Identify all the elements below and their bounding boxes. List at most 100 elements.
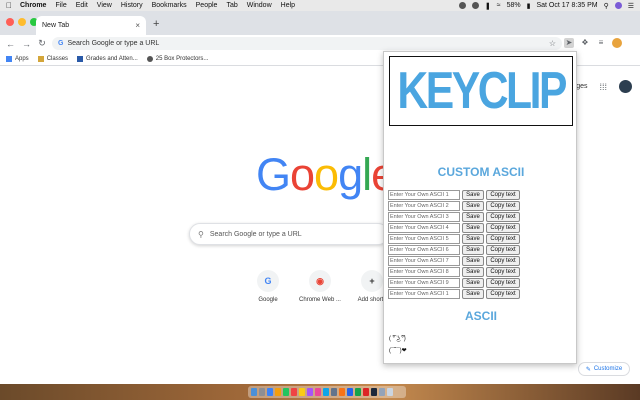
menu-file[interactable]: File xyxy=(55,2,66,9)
bluetooth-icon[interactable]: ❚ xyxy=(485,2,491,10)
copy-text-button[interactable]: Copy text xyxy=(486,277,520,288)
copy-text-button[interactable]: Copy text xyxy=(486,266,520,277)
menu-help[interactable]: Help xyxy=(281,2,295,9)
settings-gear-icon[interactable] xyxy=(331,388,337,396)
custom-ascii-input[interactable] xyxy=(388,211,460,222)
terminal-icon[interactable] xyxy=(371,388,377,396)
back-arrow-icon[interactable]: ← xyxy=(6,39,15,49)
copy-text-button[interactable]: Copy text xyxy=(486,222,520,233)
custom-ascii-input[interactable] xyxy=(388,244,460,255)
word-icon[interactable] xyxy=(347,388,353,396)
copy-text-button[interactable]: Copy text xyxy=(486,233,520,244)
reload-icon[interactable]: ↻ xyxy=(38,38,46,49)
status-app-icon[interactable] xyxy=(458,2,466,9)
safari-icon[interactable] xyxy=(267,388,273,396)
copy-text-button[interactable]: Copy text xyxy=(486,211,520,222)
bookmark-grades[interactable]: Grades and Atten... xyxy=(77,55,138,62)
reading-list-icon[interactable]: ≡ xyxy=(596,38,606,48)
powerpoint-icon[interactable] xyxy=(363,388,369,396)
custom-ascii-input[interactable] xyxy=(388,255,460,266)
custom-ascii-input[interactable] xyxy=(388,266,460,277)
siri-icon[interactable] xyxy=(614,2,622,9)
battery-percent[interactable]: 58% xyxy=(507,2,521,9)
bookmark-box-protectors[interactable]: 25 Box Protectors... xyxy=(146,55,208,62)
menu-people[interactable]: People xyxy=(196,2,218,9)
ntp-search-box[interactable]: ⚲ Search Google or type a URL xyxy=(189,223,389,245)
copy-text-button[interactable]: Copy text xyxy=(486,255,520,266)
omnibox-text: Search Google or type a URL xyxy=(67,40,160,47)
custom-ascii-input[interactable] xyxy=(388,277,460,288)
ascii-item-heart[interactable]: (¯˘¯)❤ xyxy=(389,345,407,357)
keyclip-extension-icon[interactable]: ➤ xyxy=(564,38,574,48)
customize-button[interactable]: ✎ Customize xyxy=(578,362,630,376)
save-button[interactable]: Save xyxy=(462,200,484,211)
account-avatar[interactable] xyxy=(619,80,632,93)
menu-chrome[interactable]: Chrome xyxy=(20,2,46,9)
google-apps-grid-icon[interactable]: ⁞⁞⁞ xyxy=(599,82,607,92)
save-button[interactable]: Save xyxy=(462,244,484,255)
custom-ascii-input[interactable] xyxy=(388,189,460,200)
clock[interactable]: Sat Oct 17 8:35 PM xyxy=(536,2,597,9)
status-app-icon[interactable] xyxy=(471,2,479,9)
battery-icon[interactable]: ▮ xyxy=(527,2,531,10)
bookmark-classes[interactable]: Classes xyxy=(37,55,68,62)
menu-history[interactable]: History xyxy=(121,2,143,9)
custom-ascii-input[interactable] xyxy=(388,222,460,233)
save-button[interactable]: Save xyxy=(462,233,484,244)
copy-text-button[interactable]: Copy text xyxy=(486,189,520,200)
save-button[interactable]: Save xyxy=(462,255,484,266)
puzzle-extensions-icon[interactable]: ❖ xyxy=(580,38,590,48)
custom-ascii-input[interactable] xyxy=(388,288,460,299)
messages-icon[interactable] xyxy=(283,388,289,396)
music-icon[interactable] xyxy=(315,388,321,396)
customize-label: Customize xyxy=(593,366,623,372)
ascii-item-lenny[interactable]: ( ͡° ͜ʖ ͡°) xyxy=(389,333,407,345)
tab-new-tab[interactable]: New Tab × xyxy=(36,16,146,35)
menu-bookmarks[interactable]: Bookmarks xyxy=(152,2,187,9)
wifi-icon[interactable]: ≈ xyxy=(497,2,501,9)
launchpad-icon[interactable] xyxy=(259,388,265,396)
copy-text-button[interactable]: Copy text xyxy=(486,244,520,255)
calendar-icon[interactable] xyxy=(291,388,297,396)
forward-arrow-icon[interactable]: → xyxy=(22,39,31,49)
apple-icon[interactable]:  xyxy=(6,1,14,10)
shortcut-chrome-web-store[interactable]: ◉ Chrome Web ... xyxy=(295,270,345,303)
bookmark-star-icon[interactable]: ☆ xyxy=(549,39,556,48)
save-button[interactable]: Save xyxy=(462,189,484,200)
trash-icon[interactable] xyxy=(387,388,393,396)
profile-avatar[interactable] xyxy=(612,38,622,48)
custom-ascii-input[interactable] xyxy=(388,200,460,211)
spotlight-icon[interactable]: ⚲ xyxy=(604,2,609,10)
shortcut-google[interactable]: G Google xyxy=(243,270,293,303)
save-button[interactable]: Save xyxy=(462,277,484,288)
minimize-window-button[interactable] xyxy=(18,18,26,26)
control-list-icon[interactable]: ☰ xyxy=(628,2,634,10)
menu-tab[interactable]: Tab xyxy=(226,2,237,9)
omnibox[interactable]: G Search Google or type a URL ☆ xyxy=(52,37,562,50)
notes-icon[interactable] xyxy=(299,388,305,396)
menu-window[interactable]: Window xyxy=(247,2,272,9)
save-button[interactable]: Save xyxy=(462,266,484,277)
bookmark-apps[interactable]: Apps xyxy=(6,55,29,62)
google-logo: Google xyxy=(256,149,396,200)
close-window-button[interactable] xyxy=(6,18,14,26)
save-button[interactable]: Save xyxy=(462,222,484,233)
close-icon[interactable]: × xyxy=(135,21,140,30)
podcasts-icon[interactable] xyxy=(307,388,313,396)
excel-icon[interactable] xyxy=(355,388,361,396)
menu-view[interactable]: View xyxy=(97,2,112,9)
chrome-dock-icon[interactable] xyxy=(275,388,281,396)
new-tab-plus-icon[interactable]: + xyxy=(153,18,159,30)
copy-text-button[interactable]: Copy text xyxy=(486,288,520,299)
preview-icon[interactable] xyxy=(379,388,385,396)
copy-text-button[interactable]: Copy text xyxy=(486,200,520,211)
keyclip-header: KEYCLIP xyxy=(389,56,573,126)
app-store-icon[interactable] xyxy=(323,388,329,396)
save-button[interactable]: Save xyxy=(462,211,484,222)
menu-edit[interactable]: Edit xyxy=(76,2,88,9)
photos-icon[interactable] xyxy=(339,388,345,396)
custom-ascii-input[interactable] xyxy=(388,233,460,244)
save-button[interactable]: Save xyxy=(462,288,484,299)
finder-icon[interactable] xyxy=(251,388,257,396)
images-link[interactable]: ges xyxy=(576,83,587,90)
